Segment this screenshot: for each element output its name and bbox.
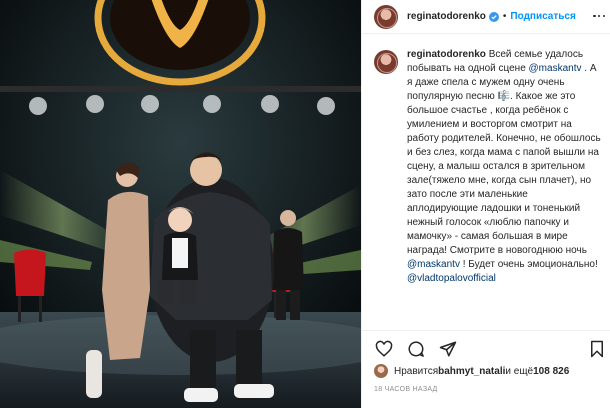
likes-prefix: Нравится — [394, 365, 439, 377]
caption-text: . Какое же это большое счастье , когда р… — [407, 91, 601, 256]
follow-button[interactable]: Подписаться — [510, 11, 575, 22]
post-sidebar: reginatodorenko • Подписаться reginatodo… — [361, 0, 610, 408]
share-icon[interactable] — [438, 339, 458, 359]
likes-summary: Нравится bahmyt_natali и ещё 108 826 — [374, 363, 569, 379]
more-options-icon[interactable] — [591, 9, 607, 23]
author-avatar[interactable] — [374, 4, 398, 29]
music-emoji: 🎼 — [497, 91, 511, 102]
likes-middle: и ещё — [505, 365, 534, 377]
caption-author-avatar[interactable] — [374, 50, 398, 74]
caption-username[interactable]: reginatodorenko — [407, 49, 486, 60]
post-photo[interactable] — [0, 0, 361, 408]
comment-icon[interactable] — [406, 339, 426, 359]
comments-section: reginatodorenko Всей семье удалось побыв… — [362, 48, 610, 330]
mention-vladtopalovofficial[interactable]: @vladtopalovofficial — [407, 273, 496, 284]
post-caption: reginatodorenko Всей семье удалось побыв… — [407, 48, 601, 330]
verified-badge-icon — [488, 11, 499, 22]
liker-avatar[interactable] — [374, 364, 388, 378]
header-separator: • — [502, 11, 507, 22]
mention-maskantv[interactable]: @maskantv — [407, 259, 460, 270]
post-actions — [362, 330, 610, 366]
instagram-post: reginatodorenko • Подписаться reginatodo… — [0, 0, 610, 408]
caption-text: ! Будет очень эмоционально! — [459, 259, 598, 270]
stage-photo-illustration — [0, 0, 361, 408]
post-header: reginatodorenko • Подписаться — [362, 0, 610, 34]
mention-maskantv[interactable]: @maskantv — [529, 63, 582, 74]
post-timestamp[interactable]: 18 ЧАСОВ НАЗАД — [374, 386, 438, 393]
author-username[interactable]: reginatodorenko — [407, 11, 486, 22]
likes-count[interactable]: 108 826 — [533, 366, 569, 377]
bookmark-icon[interactable] — [587, 339, 607, 359]
liker-username[interactable]: bahmyt_natali — [438, 366, 505, 377]
heart-icon[interactable] — [374, 339, 394, 359]
